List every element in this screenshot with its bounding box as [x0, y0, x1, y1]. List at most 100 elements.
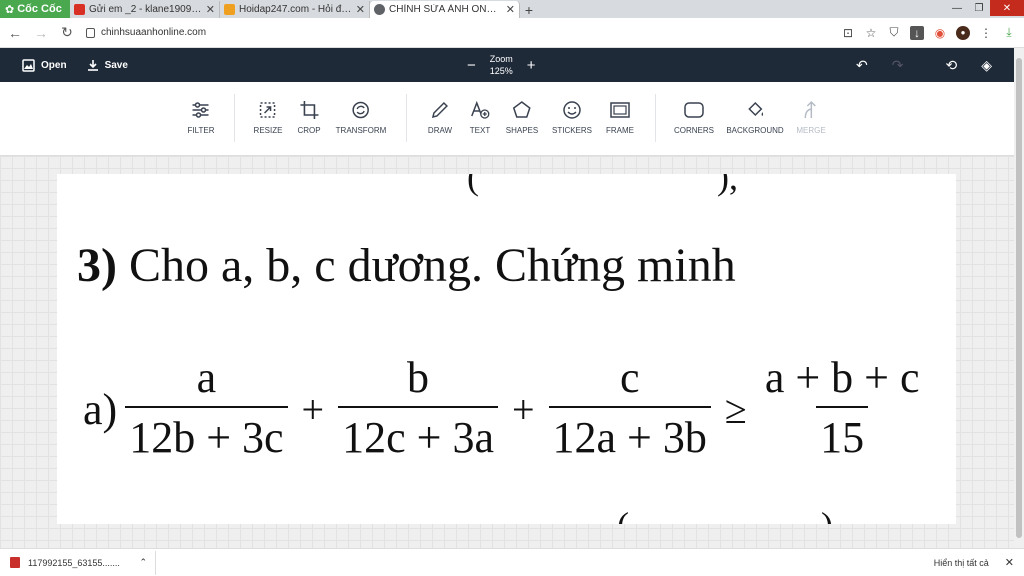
download-icon: [87, 59, 98, 71]
downloads-bar: 117992155_63155....... ⌃ Hiển thị tất cả…: [0, 548, 1024, 576]
tool-background[interactable]: BACKGROUND: [726, 100, 784, 135]
close-icon[interactable]: ✕: [1005, 556, 1014, 569]
downloads-arrow-icon[interactable]: ⤓: [1002, 25, 1016, 40]
rotate-icon: [352, 101, 370, 119]
tool-stickers-label: STICKERS: [551, 126, 593, 135]
cropped-text-bottom: (: [617, 504, 629, 524]
download-filename: 117992155_63155.......: [28, 557, 120, 568]
zoom-label-group: Zoom 125%: [490, 53, 513, 77]
tool-resize[interactable]: RESIZE: [253, 100, 283, 135]
layers-icon[interactable]: ◈: [981, 57, 992, 74]
chevron-up-icon[interactable]: ⌃: [139, 557, 147, 568]
zoom-control: − Zoom 125% +: [467, 48, 536, 82]
save-button[interactable]: Save: [87, 59, 128, 72]
fraction-denominator: 12a + 3b: [548, 406, 711, 468]
resize-icon: [260, 102, 276, 118]
star-icon[interactable]: ☆: [864, 26, 878, 40]
undo-icon[interactable]: ↶: [856, 57, 868, 74]
zoom-out-button[interactable]: −: [467, 57, 476, 74]
window-controls: — ❐ ✕: [946, 0, 1024, 18]
cropped-text-top: (: [467, 174, 479, 197]
part-label: a): [83, 384, 118, 434]
tab-hoidap[interactable]: Hoidap247.com - Hỏi đáp bài ✕: [220, 1, 370, 18]
open-label: Open: [41, 59, 67, 71]
plus-operator: +: [301, 386, 325, 432]
fraction-denominator: 12c + 3a: [338, 406, 498, 468]
fraction-4: a + b + c 15: [761, 350, 924, 468]
extension-icon[interactable]: ◉: [933, 26, 947, 40]
tool-frame[interactable]: FRAME: [606, 100, 634, 135]
reload-icon[interactable]: ↻: [60, 24, 74, 41]
editor-canvas[interactable]: ( ), 3) Cho a, b, c dương. Chứng minh a)…: [0, 156, 1014, 548]
tab-chinhsuaanh[interactable]: CHỈNH SỬA ẢNH ONLINE - P ✕: [370, 1, 520, 18]
download-icon[interactable]: ↓: [910, 25, 924, 40]
profile-avatar-icon[interactable]: ●: [956, 25, 970, 40]
tool-merge[interactable]: MERGE: [796, 100, 826, 135]
tab-gmail[interactable]: Gửi em _2 - klane190905@gm ✕: [70, 1, 220, 18]
tool-transform[interactable]: TRANSFORM: [336, 100, 386, 135]
maximize-button[interactable]: ❐: [968, 0, 990, 16]
coccoc-logo[interactable]: ✿ Cốc Cốc: [0, 0, 70, 18]
image-icon: [22, 58, 35, 72]
close-icon[interactable]: ✕: [206, 3, 215, 16]
tool-resize-label: RESIZE: [253, 126, 283, 135]
translate-icon[interactable]: ⊡: [841, 26, 855, 40]
address-bar: ← → ↻ chinhsuaanhonline.com ⊡ ☆ ⛉ ↓ ◉ ● …: [0, 18, 1024, 48]
paint-bucket-icon: [747, 101, 763, 117]
sliders-icon: [193, 102, 209, 118]
cropped-text-bottom-right: ): [821, 504, 833, 524]
editor-header: Open Save − Zoom 125% + ↶ ↷ ⟲ ◈: [0, 48, 1014, 82]
menu-icon[interactable]: ⋮: [979, 26, 993, 40]
coccoc-icon: ✿: [5, 3, 15, 16]
zoom-value: 125%: [489, 66, 513, 76]
show-all-downloads-link[interactable]: Hiển thị tất cả: [934, 558, 989, 568]
problem-statement: Cho a, b, c dương. Chứng minh: [128, 239, 736, 292]
window-close-button[interactable]: ✕: [990, 0, 1024, 16]
tool-shapes[interactable]: SHAPES: [506, 100, 538, 135]
page-scrollbar[interactable]: [1014, 48, 1024, 548]
tab-title: CHỈNH SỬA ẢNH ONLINE - P: [389, 4, 502, 15]
header-right-actions: ↶ ↷ ⟲ ◈: [856, 57, 992, 74]
close-icon[interactable]: ✕: [506, 3, 515, 16]
lock-icon: [86, 27, 95, 38]
close-icon[interactable]: ✕: [356, 3, 365, 16]
forward-icon[interactable]: →: [34, 25, 48, 41]
fraction-numerator: a + b + c: [764, 353, 920, 402]
tool-corners[interactable]: CORNERS: [674, 100, 714, 135]
tool-draw[interactable]: DRAW: [428, 100, 452, 135]
save-label: Save: [104, 59, 128, 71]
open-button[interactable]: Open: [22, 58, 67, 72]
toolbar-divider: [655, 94, 656, 142]
tool-filter[interactable]: FILTER: [188, 100, 214, 135]
problem-heading: 3) Cho a, b, c dương. Chứng minh: [77, 238, 736, 293]
zoom-in-button[interactable]: +: [527, 57, 536, 74]
edited-image[interactable]: ( ), 3) Cho a, b, c dương. Chứng minh a)…: [57, 174, 956, 524]
tool-crop[interactable]: CROP: [297, 100, 321, 135]
text-add-icon: [471, 100, 490, 119]
minimize-button[interactable]: —: [946, 0, 968, 16]
gmail-icon: [74, 4, 85, 15]
tab-title: Gửi em _2 - klane190905@gm: [89, 4, 202, 15]
tool-crop-label: CROP: [297, 126, 321, 135]
fraction-numerator: c: [619, 353, 640, 402]
shield-icon[interactable]: ⛉: [887, 25, 901, 40]
url-field[interactable]: chinhsuaanhonline.com: [86, 22, 829, 44]
redo-icon[interactable]: ↷: [892, 57, 904, 74]
download-item[interactable]: 117992155_63155....... ⌃: [10, 550, 156, 575]
fraction-numerator: a: [196, 353, 217, 402]
hoidap-icon: [224, 4, 235, 15]
problem-number: 3): [77, 239, 117, 292]
tool-stickers[interactable]: STICKERS: [552, 100, 592, 135]
pentagon-icon: [513, 101, 531, 118]
geq-operator: ≥: [724, 386, 747, 432]
fraction-2: b 12c + 3a: [338, 350, 498, 468]
pencil-icon: [431, 101, 449, 119]
history-icon[interactable]: ⟲: [945, 57, 957, 74]
new-tab-button[interactable]: +: [520, 1, 538, 18]
tool-text-label: TEXT: [469, 126, 491, 135]
tool-text[interactable]: TEXT: [470, 100, 490, 135]
browser-tab-bar: ✿ Cốc Cốc Gửi em _2 - klane190905@gm ✕ H…: [0, 0, 1024, 18]
back-icon[interactable]: ←: [8, 25, 22, 41]
scrollbar-thumb[interactable]: [1016, 58, 1022, 538]
toolbar-divider: [406, 94, 407, 142]
